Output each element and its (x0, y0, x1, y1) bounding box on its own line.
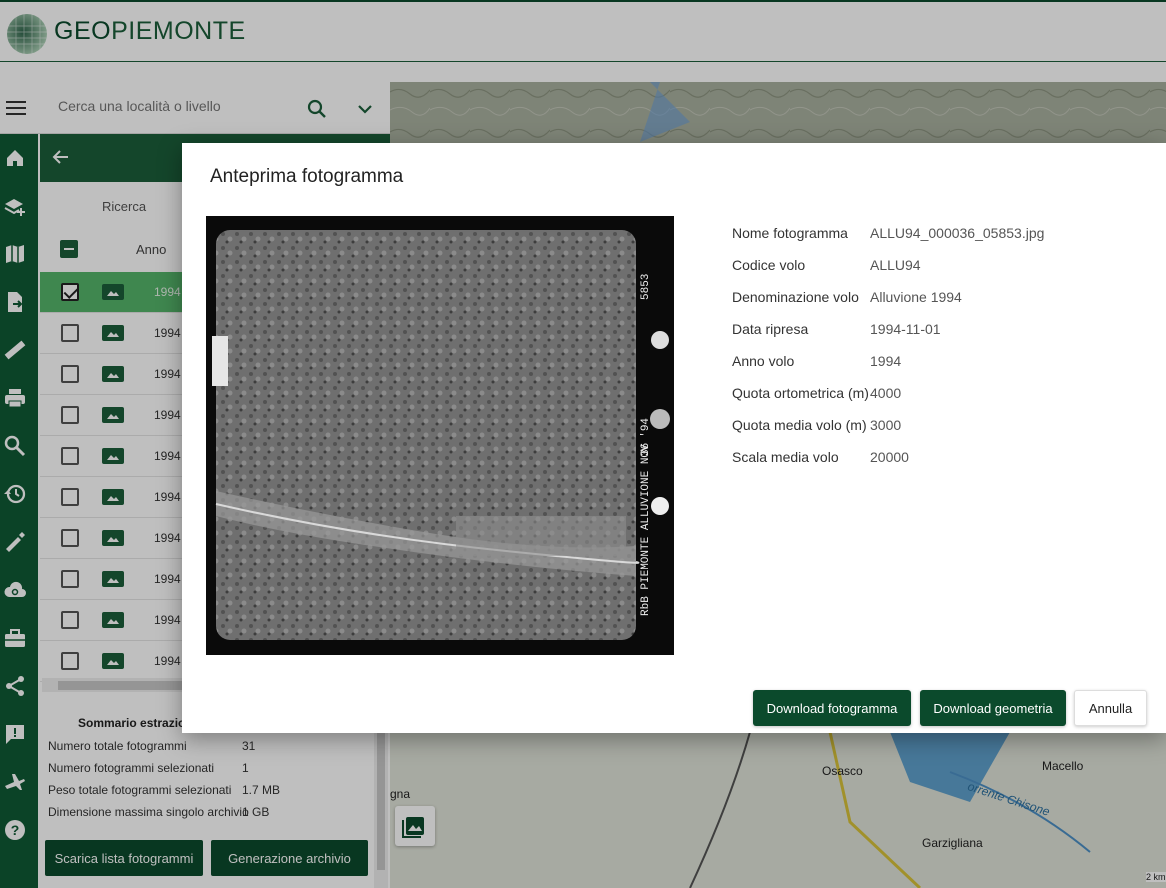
detail-value: 3000 (870, 417, 902, 433)
download-photo-button[interactable]: Download fotogramma (753, 690, 911, 726)
detail-label: Data ripresa (732, 321, 809, 337)
detail-label: Quota ortometrica (m) (732, 385, 869, 401)
detail-label: Nome fotogramma (732, 225, 848, 241)
aerial-photo-image: RbB PIEMONTE ALLUVIONE NOV '94 36 5853 (206, 216, 674, 655)
photo-frame-number: 36 (640, 443, 652, 456)
preview-dialog: Anteprima fotogramma RbB PIEMONTE ALLUVI… (182, 143, 1166, 733)
detail-label: Anno volo (732, 353, 795, 369)
download-geometry-button[interactable]: Download geometria (920, 690, 1066, 726)
detail-value: 4000 (870, 385, 902, 401)
detail-value: 20000 (870, 449, 909, 465)
detail-value: Alluvione 1994 (870, 289, 962, 305)
detail-value: 1994-11-01 (870, 321, 941, 337)
cancel-button[interactable]: Annulla (1074, 690, 1147, 726)
detail-value: ALLU94_000036_05853.jpg (870, 225, 1045, 241)
detail-value: ALLU94 (870, 257, 921, 273)
photo-code: 5853 (640, 274, 652, 300)
detail-label: Denominazione volo (732, 289, 859, 305)
dialog-title: Anteprima fotogramma (210, 166, 404, 187)
aerial-photo-preview: RbB PIEMONTE ALLUVIONE NOV '94 36 5853 (206, 216, 674, 655)
detail-label: Codice volo (732, 257, 806, 273)
detail-value: 1994 (870, 353, 902, 369)
detail-label: Quota media volo (m) (732, 417, 867, 433)
detail-label: Scala media volo (732, 449, 839, 465)
